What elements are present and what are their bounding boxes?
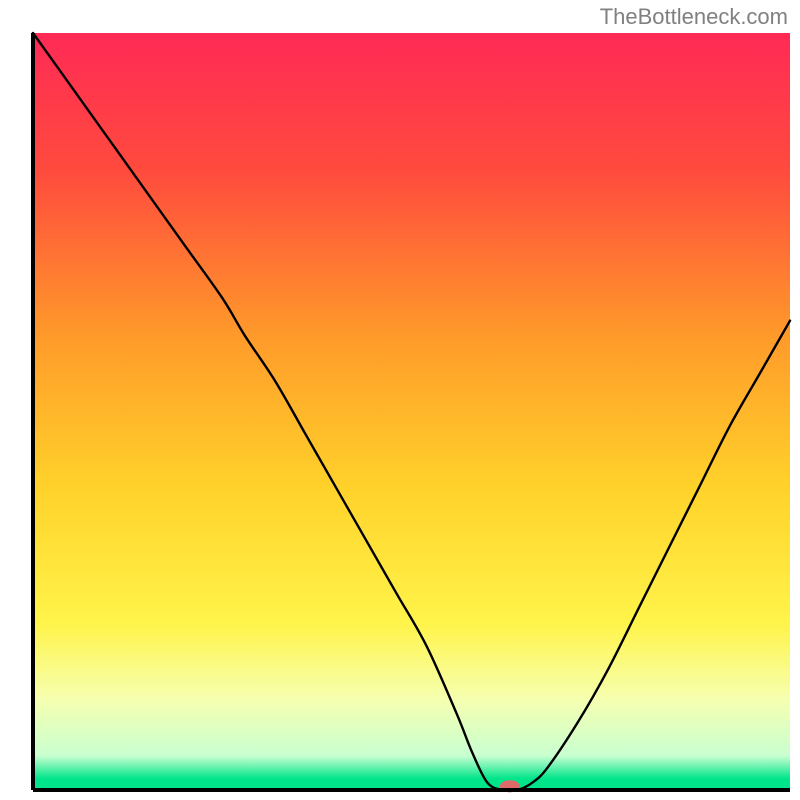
watermark-text: TheBottleneck.com [600,4,788,30]
plot-background [33,33,790,790]
bottleneck-chart [0,0,800,800]
chart-container: TheBottleneck.com [0,0,800,800]
